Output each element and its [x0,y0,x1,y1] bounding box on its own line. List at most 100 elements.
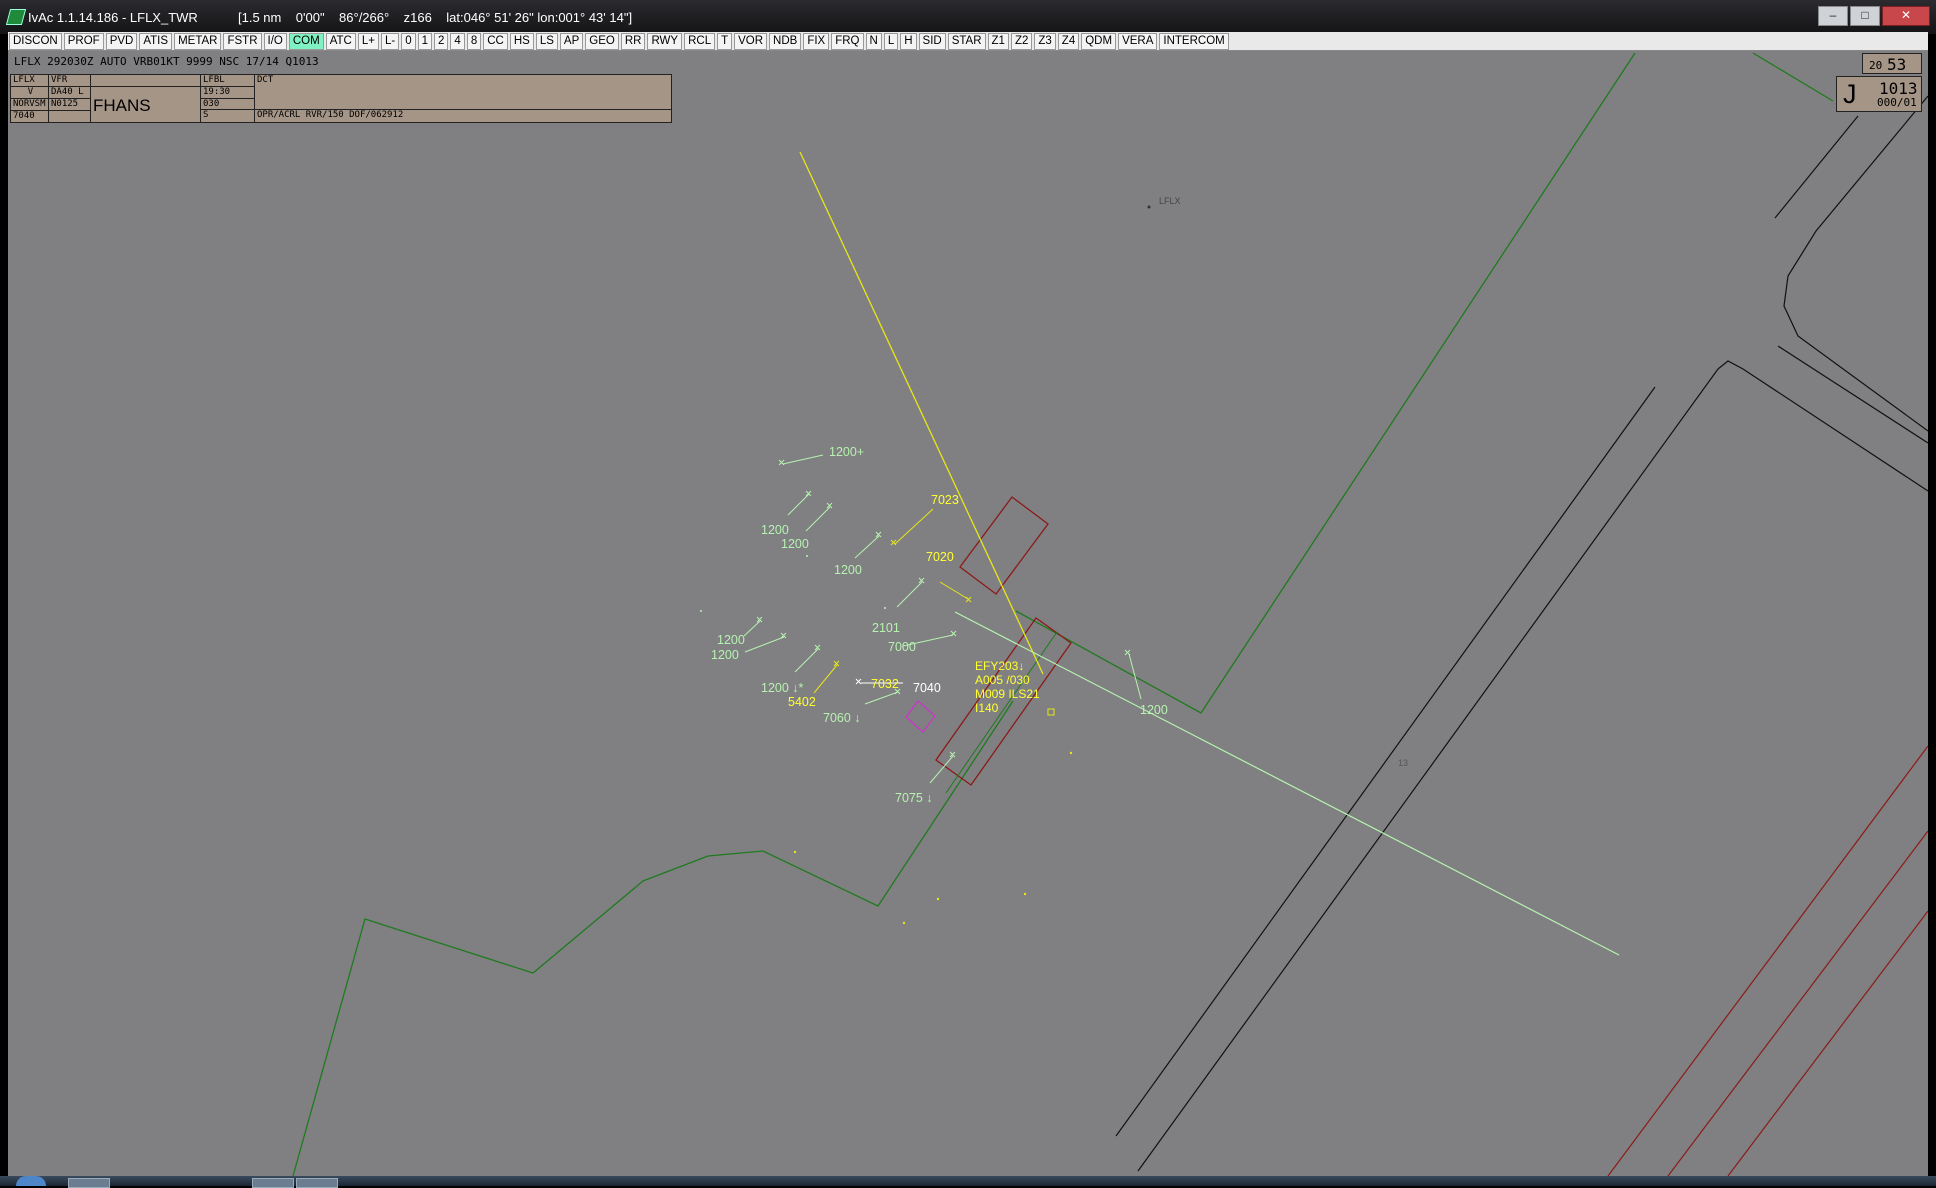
toolbar-button-z4[interactable]: Z4 [1057,32,1080,50]
toolbar-button-atc[interactable]: ATC [325,32,356,50]
toolbar-button-atis[interactable]: ATIS [139,32,173,50]
toolbar-button-hs[interactable]: HS [509,32,534,50]
toolbar-button-rcl[interactable]: RCL [684,32,716,50]
conflict-box [905,700,936,733]
window-title: IvAc 1.1.14.186 - LFLX_TWR [28,10,198,25]
toolbar-button-geo[interactable]: GEO [585,32,619,50]
toolbar-button-frq[interactable]: FRQ [831,32,864,50]
metar-line: LFLX 292030Z AUTO VRB01KT 9999 NSC 17/14… [14,55,319,68]
target-leaders-yellow [813,508,969,694]
target-label: 1200 [761,523,789,537]
toolbar: DISCON PROF PVD ATIS METAR FSTR I/O COM ATC L+ L- 0… [8,32,1928,51]
toolbar-button-ap[interactable]: AP [559,32,584,50]
title-bar: IvAc 1.1.14.186 - LFLX_TWR [1.5 nm 0'00"… [0,0,1936,34]
toolbar-button-0[interactable]: 0 [401,32,416,50]
strip-rules: VFR [49,75,91,87]
toolbar-button-vor[interactable]: VOR [734,32,768,50]
strip-empty [49,111,91,122]
toolbar-button-h[interactable]: H [900,32,917,50]
strip-callsign: FHANS [93,96,151,115]
airport-label: LFLX [1159,196,1181,206]
toolbar-button-pvd[interactable]: PVD [105,32,138,50]
target-symbol-white[interactable] [855,678,862,685]
toolbar-button-discon[interactable]: DISCON [9,32,62,50]
toolbar-button-z3[interactable]: Z3 [1034,32,1056,50]
toolbar-button-prof[interactable]: PROF [63,32,104,50]
toolbar-button-z1[interactable]: Z1 [987,32,1009,50]
radar-map[interactable]: 1200+ 1200 1200 1200 2101 1200 1200 1200… [8,51,1928,1176]
strip-rule-code: V [11,87,49,99]
red-line-2 [1667,830,1928,1176]
toolbar-button-i-o[interactable]: I/O [263,32,287,50]
close-button[interactable]: ✕ [1882,6,1930,26]
clock-display: 20 53 [1862,53,1922,74]
toolbar-button-t[interactable]: T [717,32,733,50]
clock-minute: 53 [1887,55,1907,74]
toolbar-button-qdm[interactable]: QDM [1081,32,1117,50]
taskbar [0,1176,1936,1188]
toolbar-button-vera[interactable]: VERA [1118,32,1158,50]
toolbar-button-fix[interactable]: FIX [803,32,830,50]
target-label: 7020 [926,550,954,564]
toolbar-button-z2[interactable]: Z2 [1010,32,1033,50]
target-label: 5402 [788,695,816,709]
target-label: 7023 [931,493,959,507]
minimize-button[interactable]: – [1818,6,1848,26]
sector-line-south [292,700,1014,1176]
toolbar-button-rr[interactable]: RR [620,32,646,50]
toolbar-button-fstr[interactable]: FSTR [223,32,262,50]
ivac-logo-icon [5,9,27,25]
toolbar-button-ls[interactable]: LS [535,32,558,50]
toolbar-button-8[interactable]: 8 [466,32,482,50]
target-label: 1200 [834,563,862,577]
start-button[interactable] [16,1176,46,1186]
target-label: 7075 ↓ [895,791,933,805]
toolbar-button-ndb[interactable]: NDB [769,32,802,50]
toolbar-button-rwy[interactable]: RWY [647,32,683,50]
toolbar-button-n[interactable]: N [865,32,882,50]
toolbar-button-intercom[interactable]: INTERCOM [1159,32,1229,50]
toolbar-button-metar[interactable]: METAR [174,32,222,50]
tag-line-callsign: EFY203↓ [975,659,1024,673]
road-line-6 [1774,115,1859,219]
data-block-efy203[interactable]: EFY203↓ A005 /030 M009 ILS21 I140 [975,659,1040,715]
red-boundaries [1607,745,1928,1176]
strip-type: DA40 L [49,87,91,99]
flight-strip[interactable]: LFLX VFR LFBL V DA40 L 19:30 NORVSM N012… [10,74,672,123]
toolbar-button-4[interactable]: 4 [450,32,465,50]
toolbar-button-sid[interactable]: SID [918,32,946,50]
airport-symbol [1147,205,1151,209]
road-line-2 [1137,368,1719,1172]
target-label: 1200 [781,537,809,551]
runway-box-north [959,496,1049,595]
ground-lines [1115,95,1928,1172]
strip-callsign-cell: FHANS [91,87,201,122]
target-label: 1200 ↓* [761,681,804,695]
red-line-1 [1607,745,1928,1176]
toolbar-button-star[interactable]: STAR [947,32,986,50]
toolbar-button-2[interactable]: 2 [434,32,449,50]
target-label: 7060 ↓ [823,711,861,725]
toolbar-button-cc[interactable]: CC [483,32,508,50]
tag-line-approach: M009 ILS21 [975,687,1040,701]
window-controls: – □ ✕ [1816,6,1930,26]
taskbar-item[interactable] [296,1178,338,1188]
sector-line-north [1015,52,1636,714]
radar-screen[interactable]: 1200+ 1200 1200 1200 2101 1200 1200 1200… [8,51,1928,1176]
sector-line-northeast [1752,52,1834,102]
strip-squawk: 7040 [11,111,49,122]
taskbar-item[interactable] [252,1178,294,1188]
tag-line-speed: I140 [975,701,999,715]
strip-remarks: OPR/ACRL RVR/150 DOF/062912 [257,110,404,120]
qnh-display: J 1013 000/01 [1836,76,1922,112]
strip-dep: LFLX [11,75,49,87]
maximize-button[interactable]: □ [1850,6,1880,26]
sector-boundaries [292,52,1834,1176]
toolbar-button-lminus[interactable]: L+ [357,32,379,50]
taskbar-item[interactable] [68,1178,110,1188]
target-label: 1200 [1140,703,1168,717]
toolbar-button-lminus[interactable]: L- [380,32,400,50]
toolbar-button-1[interactable]: 1 [417,32,433,50]
toolbar-button-l[interactable]: L [883,32,899,50]
toolbar-button-com[interactable]: COM [288,32,324,50]
